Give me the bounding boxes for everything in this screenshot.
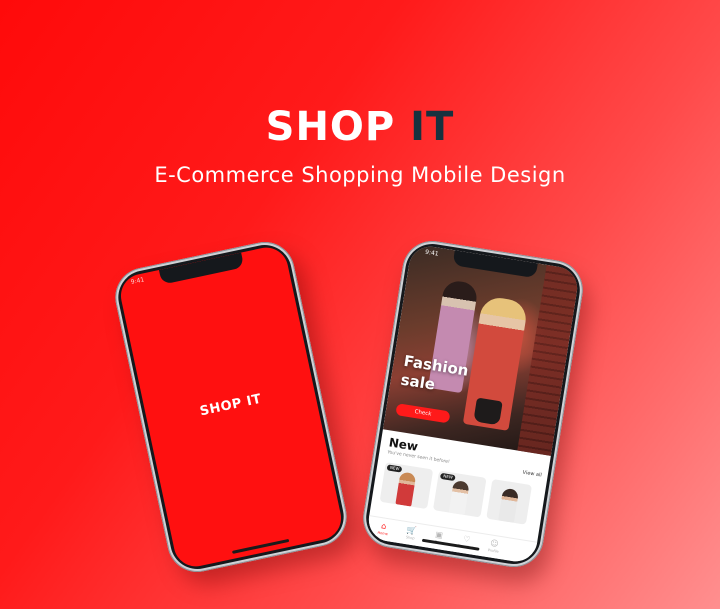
product-card[interactable]: NEW — [432, 470, 487, 518]
product-card[interactable]: NEW — [379, 462, 434, 510]
new-badge: NEW — [386, 464, 403, 473]
check-button[interactable]: Check — [395, 403, 451, 424]
hero-banner[interactable]: 9:41 Fashion sale Check — [382, 243, 581, 456]
status-time: 9:41 — [424, 248, 440, 258]
subheadline: E-Commerce Shopping Mobile Design — [154, 163, 566, 187]
splash-screen: 9:41 SHOP IT — [116, 243, 346, 571]
product-image — [448, 479, 470, 516]
tab-home[interactable]: ⌂ Home — [368, 519, 398, 537]
product-image — [395, 471, 417, 507]
tab-profile[interactable]: ☺ Profile — [479, 537, 509, 555]
home-phone-mockup: 9:41 Fashion sale Check New You've never… — [358, 236, 588, 572]
headline: SHOP IT — [0, 104, 720, 150]
headline-accent: IT — [410, 104, 455, 150]
status-time: 9:41 — [130, 276, 145, 287]
splash-logo: SHOP IT — [198, 391, 263, 420]
headline-main: SHOP — [265, 104, 411, 150]
product-card[interactable] — [486, 478, 533, 525]
new-badge: NEW — [439, 472, 457, 482]
hero-brick-wall — [517, 264, 581, 456]
home-screen: 9:41 Fashion sale Check New You've never… — [365, 243, 581, 565]
product-image — [498, 487, 520, 523]
splash-phone-mockup: 9:41 SHOP IT — [109, 236, 353, 578]
